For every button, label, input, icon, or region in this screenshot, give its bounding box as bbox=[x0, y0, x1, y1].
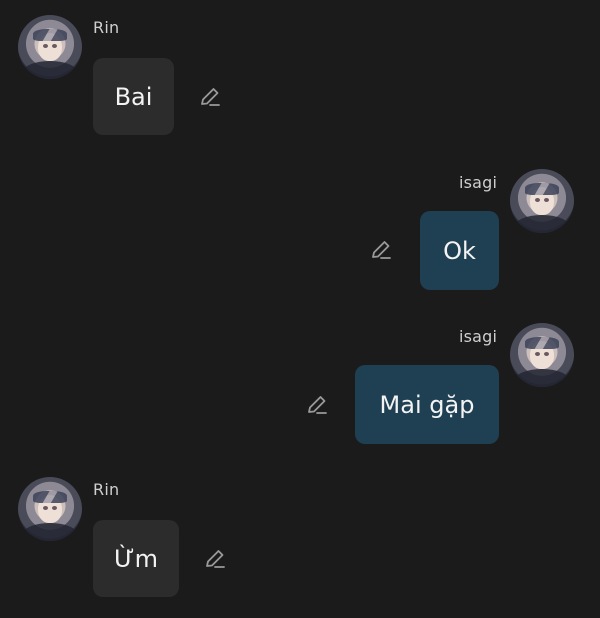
pencil-edit-icon[interactable] bbox=[368, 237, 394, 263]
sender-name: Rin bbox=[93, 18, 120, 37]
avatar-eye bbox=[544, 352, 549, 356]
pencil-edit-icon[interactable] bbox=[202, 546, 228, 572]
avatar-shoulder bbox=[514, 369, 570, 387]
message-bubble[interactable]: Bai bbox=[93, 58, 174, 135]
message-bubble[interactable]: Ừm bbox=[93, 520, 179, 597]
message-bubble[interactable]: Ok bbox=[420, 211, 499, 290]
avatar-eye bbox=[544, 198, 549, 202]
avatar-hair bbox=[33, 29, 67, 41]
chat-thread: Rin Bai isagi Ok isagi Mai gặp Rin Ừm bbox=[0, 0, 600, 618]
avatar-shoulder bbox=[22, 61, 78, 79]
avatar[interactable] bbox=[510, 169, 574, 233]
avatar-eye bbox=[43, 506, 48, 510]
avatar-eye bbox=[43, 44, 48, 48]
message-bubble[interactable]: Mai gặp bbox=[355, 365, 499, 444]
avatar[interactable] bbox=[18, 15, 82, 79]
avatar-shoulder bbox=[514, 215, 570, 233]
avatar-shoulder bbox=[22, 523, 78, 541]
pencil-edit-icon[interactable] bbox=[197, 84, 223, 110]
avatar-eye bbox=[535, 352, 540, 356]
avatar-eye bbox=[52, 506, 57, 510]
avatar-hair bbox=[525, 337, 559, 349]
sender-name: isagi bbox=[459, 327, 498, 346]
avatar-eye bbox=[535, 198, 540, 202]
avatar-hair bbox=[525, 183, 559, 195]
avatar[interactable] bbox=[18, 477, 82, 541]
avatar-hair bbox=[33, 491, 67, 503]
sender-name: isagi bbox=[459, 173, 498, 192]
avatar-eye bbox=[52, 44, 57, 48]
avatar[interactable] bbox=[510, 323, 574, 387]
sender-name: Rin bbox=[93, 480, 120, 499]
pencil-edit-icon[interactable] bbox=[304, 392, 330, 418]
